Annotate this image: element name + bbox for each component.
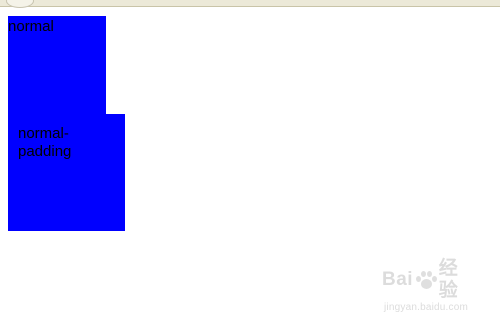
watermark-url: jingyan.baidu.com xyxy=(384,302,469,313)
watermark-brand-right: 经验 xyxy=(438,258,459,301)
screenshot-root: { "page": { "boxes": [ { "label": "norma… xyxy=(0,0,500,313)
baidu-jingyan-watermark: Bai 经验 jingyan.baidu.com xyxy=(382,258,477,313)
window-button[interactable] xyxy=(6,0,34,8)
normal-box-label: normal xyxy=(8,18,54,35)
normal-padding-box: normal-padding xyxy=(8,114,125,231)
paw-icon xyxy=(415,270,438,290)
browser-chrome-strip xyxy=(0,0,500,8)
normal-box: normal xyxy=(8,16,106,114)
watermark-brand: Bai 经验 xyxy=(382,258,477,302)
watermark-brand-left: Bai xyxy=(382,269,414,290)
normal-padding-box-label: normal-padding xyxy=(18,125,72,160)
